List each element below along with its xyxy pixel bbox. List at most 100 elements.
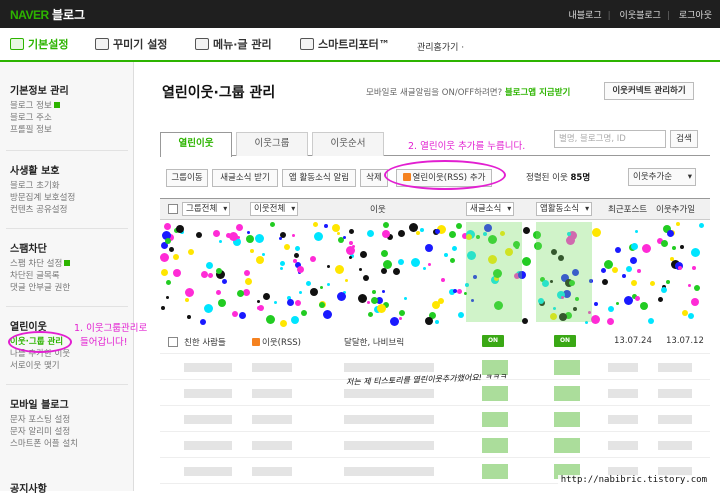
- neighbor-filter-select[interactable]: 이웃전체: [250, 202, 299, 216]
- blurred-cell: [252, 363, 292, 372]
- search-button[interactable]: 검색: [670, 130, 698, 148]
- mosaic-dot: [270, 222, 275, 227]
- blurred-cell: [344, 441, 434, 450]
- blurred-cell: [658, 363, 692, 372]
- mosaic-dot: [390, 317, 399, 326]
- mosaic-dot: [404, 297, 407, 300]
- menu-post-management[interactable]: 메뉴·글 관리: [195, 36, 272, 52]
- mosaic-dot: [678, 266, 682, 270]
- mosaic-dot: [320, 286, 323, 289]
- mosaic-dot: [676, 222, 680, 226]
- sidebar-item-comment-permission[interactable]: 댓글 안부글 권한: [10, 282, 70, 294]
- newpost-toggle[interactable]: ON: [482, 335, 504, 347]
- blurred-cell: [252, 441, 292, 450]
- group-filter-select[interactable]: 그룹전체: [182, 202, 231, 216]
- menu-smart-reporter[interactable]: 스마트리포터™: [300, 36, 390, 52]
- admin-home-link[interactable]: 관리홈가기 ·: [417, 40, 464, 53]
- sidebar-item-spam-settings[interactable]: 스팸 차단 설정: [10, 258, 71, 270]
- sidebar-item-profile-info[interactable]: 프롤필 정보: [10, 124, 69, 136]
- tab-open-neighbors[interactable]: 열린이웃: [160, 132, 232, 157]
- mosaic-dot: [219, 240, 222, 243]
- mosaic-dot: [332, 224, 340, 232]
- mosaic-dot: [680, 245, 684, 249]
- mosaic-dot: [368, 312, 373, 317]
- privacy-dot-mosaic: [160, 222, 710, 328]
- tab-neighbor-groups[interactable]: 이웃그룹: [236, 132, 308, 156]
- sidebar-item-blocked-posts[interactable]: 차단된 글목록: [10, 270, 70, 282]
- sidebar-item-visit-protect[interactable]: 방문집계 보호설정: [10, 192, 75, 204]
- blurred-toggle: [482, 386, 508, 401]
- mosaic-dot: [441, 278, 445, 282]
- blog-app-link[interactable]: 블로그앱 지금받기: [505, 88, 571, 98]
- naver-blog-logo[interactable]: NAVER 블로그: [10, 6, 85, 23]
- column-neighbor: 이웃: [370, 205, 386, 215]
- sidebar-group-basic-info: 기본정보 관리 블로그 정보 블로그 주소 프롤필 정보: [10, 86, 69, 136]
- mosaic-dot: [164, 223, 171, 230]
- mosaic-dot: [416, 231, 420, 235]
- blurred-toggle: [482, 438, 508, 453]
- sidebar-item-sms-alert[interactable]: 문자 알리미 설정: [10, 426, 78, 438]
- my-blog-link[interactable]: 내블로그: [569, 11, 602, 21]
- mosaic-dot: [201, 271, 208, 278]
- blurred-cell: [608, 389, 638, 398]
- app-activity-filter-select[interactable]: 앱활동소식: [536, 202, 593, 216]
- table-row[interactable]: [160, 434, 710, 458]
- blurred-cell: [344, 389, 434, 398]
- chevron-down-icon: ▾: [687, 172, 692, 182]
- app-activity-alert-button[interactable]: 앱 활동소식 알림: [282, 169, 356, 187]
- row-neighbor-name[interactable]: 달달한, 나비브릭: [344, 336, 404, 348]
- blurred-toggle: [482, 464, 508, 479]
- mosaic-dot: [349, 256, 352, 259]
- mosaic-dot: [381, 250, 388, 257]
- app-alert-toggle[interactable]: ON: [554, 335, 576, 347]
- sidebar-item-blog-address[interactable]: 블로그 주소: [10, 112, 69, 124]
- mosaic-dot: [279, 237, 282, 240]
- newpost-filter-select[interactable]: 새글소식: [466, 202, 515, 216]
- mosaic-dot: [295, 246, 300, 251]
- sidebar-item-content-share[interactable]: 컨텐츠 공유설정: [10, 204, 75, 216]
- select-all-checkbox[interactable]: [168, 204, 178, 214]
- table-header: 그룹전체 이웃전체 이웃 새글소식 앱활동소식 최근포스트 이웃추가일: [160, 198, 710, 220]
- blurred-toggle: [554, 386, 580, 401]
- table-row[interactable]: 친한 사람들 이웃(RSS) 달달한, 나비브릭 ON ON 13.07.24 …: [160, 330, 710, 354]
- neighbor-search-input[interactable]: 별명, 블로그명, ID: [554, 130, 666, 148]
- mosaic-dot: [187, 315, 191, 319]
- highlight-circle: [8, 331, 72, 353]
- new-badge-icon: [53, 102, 60, 108]
- sidebar-item-sms-posting[interactable]: 문자 포스팅 설정: [10, 414, 78, 426]
- neighbor-blog-link[interactable]: 이웃블로그: [620, 11, 661, 21]
- menu-basic-settings[interactable]: 기본설정: [10, 36, 68, 52]
- document-icon: [195, 38, 209, 50]
- neighbor-connect-button[interactable]: 이웃커넥트 관리하기: [604, 82, 694, 100]
- mosaic-dot: [237, 290, 244, 297]
- row-checkbox[interactable]: [168, 337, 178, 347]
- blurred-cell: [184, 363, 232, 372]
- mosaic-dot: [313, 222, 318, 227]
- mosaic-dot: [360, 251, 367, 258]
- mosaic-dot: [688, 284, 691, 287]
- mosaic-dot: [382, 230, 390, 238]
- mosaic-dot: [358, 294, 367, 303]
- mosaic-dot: [691, 248, 700, 257]
- mosaic-dot: [306, 281, 311, 286]
- blurred-cell: [658, 441, 692, 450]
- table-row[interactable]: [160, 382, 710, 406]
- settings-icon: [10, 38, 24, 50]
- sidebar-item-app-install[interactable]: 스마트폰 어플 설치: [10, 438, 78, 450]
- sidebar-item-blog-reset[interactable]: 블로그 초기화: [10, 180, 75, 192]
- table-row[interactable]: [160, 408, 710, 432]
- mosaic-dot: [648, 318, 654, 324]
- blog-watermark: http://nabibric.tistory.com: [557, 475, 710, 485]
- mosaic-dot: [435, 229, 440, 234]
- move-group-button[interactable]: 그룹이동: [166, 169, 208, 187]
- new-post-notify-button[interactable]: 새글소식 받기: [212, 169, 278, 187]
- sidebar-group-privacy: 사생활 보호 블로그 초기화 방문집계 보호설정 컨텐츠 공유설정: [10, 166, 76, 216]
- tab-neighbor-order[interactable]: 이웃순서: [312, 132, 384, 156]
- mosaic-dot: [667, 230, 674, 237]
- menu-design-settings[interactable]: 꾸미기 설정: [95, 36, 167, 52]
- sort-select[interactable]: 이웃추가순 ▾: [628, 168, 696, 186]
- logout-link[interactable]: 로그아웃: [679, 11, 712, 21]
- sidebar-item-blog-info[interactable]: 블로그 정보: [10, 100, 69, 112]
- sidebar-item-mutual-neighbors[interactable]: 서로이웃 맺기: [10, 360, 70, 372]
- blurred-cell: [608, 363, 638, 372]
